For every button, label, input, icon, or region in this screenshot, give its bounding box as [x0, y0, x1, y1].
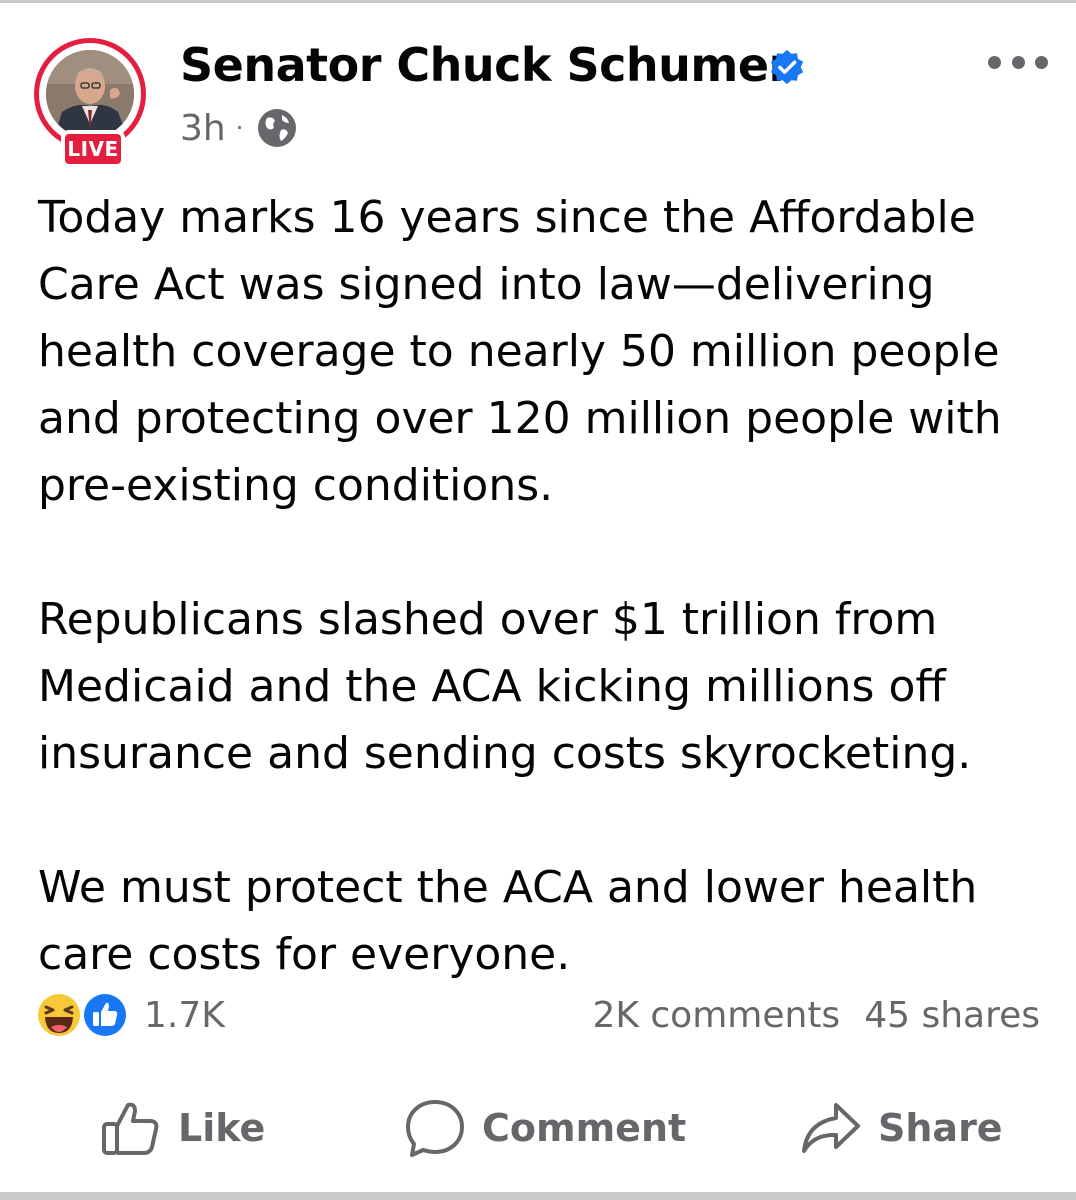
reaction-count: 1.7K [144, 994, 225, 1036]
profile-avatar-live[interactable]: LIVE [34, 38, 158, 168]
top-border [0, 0, 1076, 3]
comment-button[interactable]: Comment [404, 1092, 686, 1164]
avatar [46, 50, 134, 138]
like-reaction-icon [82, 992, 128, 1038]
globe-icon[interactable] [255, 106, 299, 150]
post-timestamp[interactable]: 3h [180, 108, 226, 149]
post-paragraph: We must protect the ACA and lower health… [38, 862, 978, 980]
more-options-icon[interactable] [988, 42, 1048, 82]
like-button[interactable]: Like [100, 1092, 265, 1164]
reactions-summary[interactable]: 1.7K [34, 990, 225, 1040]
share-arrow-icon [802, 1103, 860, 1153]
live-badge: LIVE [61, 130, 125, 168]
comment-bubble-icon [406, 1100, 464, 1157]
more-dot [1035, 55, 1048, 69]
like-label: Like [178, 1106, 266, 1150]
post-body: Today marks 16 years since the Affordabl… [38, 184, 1048, 988]
avatar-photo-icon [46, 50, 134, 138]
engagement-stats: 2K comments 45 shares [592, 990, 1040, 1040]
more-dot [988, 55, 1001, 69]
post-paragraph: Today marks 16 years since the Affordabl… [38, 192, 1002, 511]
action-bar: Like Comment Share [0, 1092, 1076, 1164]
comment-label: Comment [482, 1106, 687, 1150]
meta-separator: · [235, 114, 244, 142]
author-name[interactable]: Senator Chuck Schumer [180, 38, 791, 92]
post-paragraph: Republicans slashed over $1 trillion fro… [38, 594, 972, 779]
verified-badge-icon [770, 49, 804, 85]
share-label: Share [878, 1106, 1003, 1150]
shares-count[interactable]: 45 shares [864, 995, 1040, 1036]
haha-reaction-icon [36, 992, 82, 1038]
reaction-icons [34, 990, 136, 1040]
share-button[interactable]: Share [800, 1092, 1003, 1164]
more-dot [1011, 55, 1025, 69]
comments-count[interactable]: 2K comments [592, 995, 840, 1036]
post-meta: 3h · [180, 106, 299, 150]
bottom-border [0, 1192, 1076, 1200]
thumbs-up-icon [102, 1102, 159, 1155]
